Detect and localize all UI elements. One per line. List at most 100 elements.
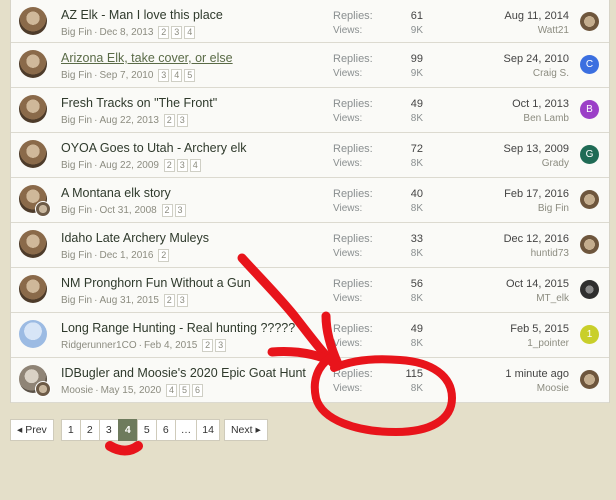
thread-author-link[interactable]: Ridgerunner1CO [61, 340, 137, 351]
thread-author-link[interactable]: Big Fin [61, 27, 92, 38]
thread-title-link[interactable]: Fresh Tracks on "The Front" [61, 96, 217, 110]
last-poster-avatar[interactable]: C [580, 55, 599, 74]
thread-row[interactable]: A Montana elk story Big Fin · Oct 31, 2008… [11, 178, 609, 223]
thread-title-link[interactable]: NM Pronghorn Fun Without a Gun [61, 276, 251, 290]
replies-label: Replies: [333, 188, 373, 200]
last-poster-avatar[interactable] [580, 12, 599, 31]
thread-title-link[interactable]: AZ Elk - Man I love this place [61, 8, 223, 22]
page-link[interactable]: 14 [196, 419, 220, 441]
last-post-date[interactable]: Dec 12, 2016 [504, 233, 569, 245]
thread-title-link[interactable]: Arizona Elk, take cover, or else [61, 51, 233, 65]
author-avatar[interactable] [19, 185, 51, 217]
next-page-button[interactable]: Next ▸ [223, 419, 268, 441]
thread-page-link[interactable]: 2 [163, 114, 175, 127]
last-poster-avatar[interactable]: G [580, 145, 599, 164]
page-link[interactable]: 6 [155, 419, 175, 441]
thread-row[interactable]: Long Range Hunting - Real hunting ????? … [11, 313, 609, 358]
author-avatar[interactable] [19, 275, 47, 303]
thread-page-link[interactable]: 6 [192, 384, 204, 397]
pagination: ◂ Prev 1 2 3 4 5 6… 14 Next ▸ [10, 418, 271, 442]
last-poster-name[interactable]: Craig S. [533, 68, 569, 79]
page-link[interactable]: 2 [79, 419, 99, 441]
thread-page-link[interactable]: 2 [158, 249, 170, 262]
thread-title-link[interactable]: Long Range Hunting - Real hunting ????? [61, 321, 295, 335]
last-post-date[interactable]: Sep 13, 2009 [504, 143, 569, 155]
thread-page-link[interactable]: 3 [176, 114, 188, 127]
last-poster-avatar[interactable] [580, 190, 599, 209]
current-page[interactable]: 4 [117, 419, 137, 441]
last-post-date[interactable]: 1 minute ago [505, 368, 569, 380]
thread-page-link[interactable]: 3 [174, 204, 186, 217]
last-poster-name[interactable]: Grady [542, 158, 569, 169]
thread-title-link[interactable]: IDBugler and Moosie's 2020 Epic Goat Hun… [61, 366, 306, 380]
thread-row[interactable]: Fresh Tracks on "The Front" Big Fin · Aug … [11, 88, 609, 133]
last-post-date[interactable]: Aug 11, 2014 [504, 10, 569, 22]
thread-row[interactable]: NM Pronghorn Fun Without a Gun Big Fin · A… [11, 268, 609, 313]
thread-page-link[interactable]: 4 [171, 69, 183, 82]
page-link[interactable]: 3 [98, 419, 118, 441]
thread-author-link[interactable]: Moosie [61, 385, 93, 396]
last-poster-avatar[interactable] [580, 370, 599, 389]
thread-title-link[interactable]: Idaho Late Archery Muleys [61, 231, 209, 245]
meta-separator: · [94, 115, 98, 126]
thread-author-link[interactable]: Big Fin [61, 115, 92, 126]
thread-author-link[interactable]: Big Fin [61, 205, 92, 216]
thread-page-link[interactable]: 3 [158, 69, 170, 82]
thread-title-link[interactable]: A Montana elk story [61, 186, 171, 200]
last-poster-name[interactable]: 1_pointer [527, 338, 569, 349]
last-poster-avatar[interactable]: 1 [580, 325, 599, 344]
author-avatar[interactable] [19, 7, 47, 35]
author-avatar[interactable] [19, 230, 47, 258]
author-avatar[interactable] [19, 95, 47, 123]
thread-author-link[interactable]: Big Fin [61, 250, 92, 261]
author-avatar[interactable] [19, 50, 47, 78]
last-poster-avatar[interactable]: B [580, 100, 599, 119]
thread-author-link[interactable]: Big Fin [61, 160, 92, 171]
meta-separator: · [94, 70, 98, 81]
thread-page-link[interactable]: 2 [161, 204, 173, 217]
last-poster-avatar[interactable] [580, 235, 599, 254]
thread-page-link[interactable]: 5 [179, 384, 191, 397]
thread-page-link[interactable]: 2 [163, 294, 175, 307]
last-post-date[interactable]: Feb 5, 2015 [510, 323, 569, 335]
page-link[interactable]: 1 [60, 419, 80, 441]
thread-page-link[interactable]: 2 [158, 26, 170, 39]
author-avatar[interactable] [19, 320, 47, 348]
thread-row[interactable]: IDBugler and Moosie's 2020 Epic Goat Hun… [11, 358, 609, 403]
author-avatar[interactable] [19, 365, 51, 397]
last-poster-name[interactable]: Ben Lamb [523, 113, 569, 124]
thread-page-link[interactable]: 3 [215, 339, 227, 352]
replies-count: 49 [410, 323, 423, 335]
last-poster-name[interactable]: MT_elk [536, 293, 569, 304]
thread-author-link[interactable]: Big Fin [61, 70, 92, 81]
thread-page-link[interactable]: 3 [171, 26, 183, 39]
last-post-date[interactable]: Sep 24, 2010 [504, 53, 569, 65]
last-poster-name[interactable]: Moosie [537, 383, 569, 394]
last-post-date[interactable]: Feb 17, 2016 [504, 188, 569, 200]
thread-page-link[interactable]: 4 [165, 384, 177, 397]
last-poster-avatar[interactable] [580, 280, 599, 299]
thread-page-link[interactable]: 5 [184, 69, 196, 82]
page-number-group: 1 2 3 4 5 6… 14 [60, 418, 220, 442]
last-poster-name[interactable]: Big Fin [538, 203, 569, 214]
thread-page-link[interactable]: 4 [189, 159, 201, 172]
thread-row[interactable]: OYOA Goes to Utah - Archery elk Big Fin ·… [11, 133, 609, 178]
author-avatar[interactable] [19, 140, 47, 168]
thread-author-link[interactable]: Big Fin [61, 295, 92, 306]
thread-row[interactable]: Idaho Late Archery Muleys Big Fin · Dec 1,… [11, 223, 609, 268]
prev-page-button[interactable]: ◂ Prev [10, 419, 54, 441]
thread-page-link[interactable]: 4 [184, 26, 196, 39]
last-poster-name[interactable]: Watt21 [538, 25, 569, 36]
secondary-avatar [35, 381, 51, 397]
thread-page-link[interactable]: 2 [202, 339, 214, 352]
thread-title-link[interactable]: OYOA Goes to Utah - Archery elk [61, 141, 247, 155]
last-post-date[interactable]: Oct 14, 2015 [506, 278, 569, 290]
thread-row[interactable]: AZ Elk - Man I love this place Big Fin · D… [11, 0, 609, 43]
thread-page-link[interactable]: 3 [176, 294, 188, 307]
thread-row[interactable]: Arizona Elk, take cover, or else Big Fin… [11, 43, 609, 88]
last-post-date[interactable]: Oct 1, 2013 [512, 98, 569, 110]
last-poster-name[interactable]: huntid73 [531, 248, 569, 259]
page-link[interactable]: 5 [136, 419, 156, 441]
thread-page-link[interactable]: 3 [176, 159, 188, 172]
thread-page-link[interactable]: 2 [163, 159, 175, 172]
